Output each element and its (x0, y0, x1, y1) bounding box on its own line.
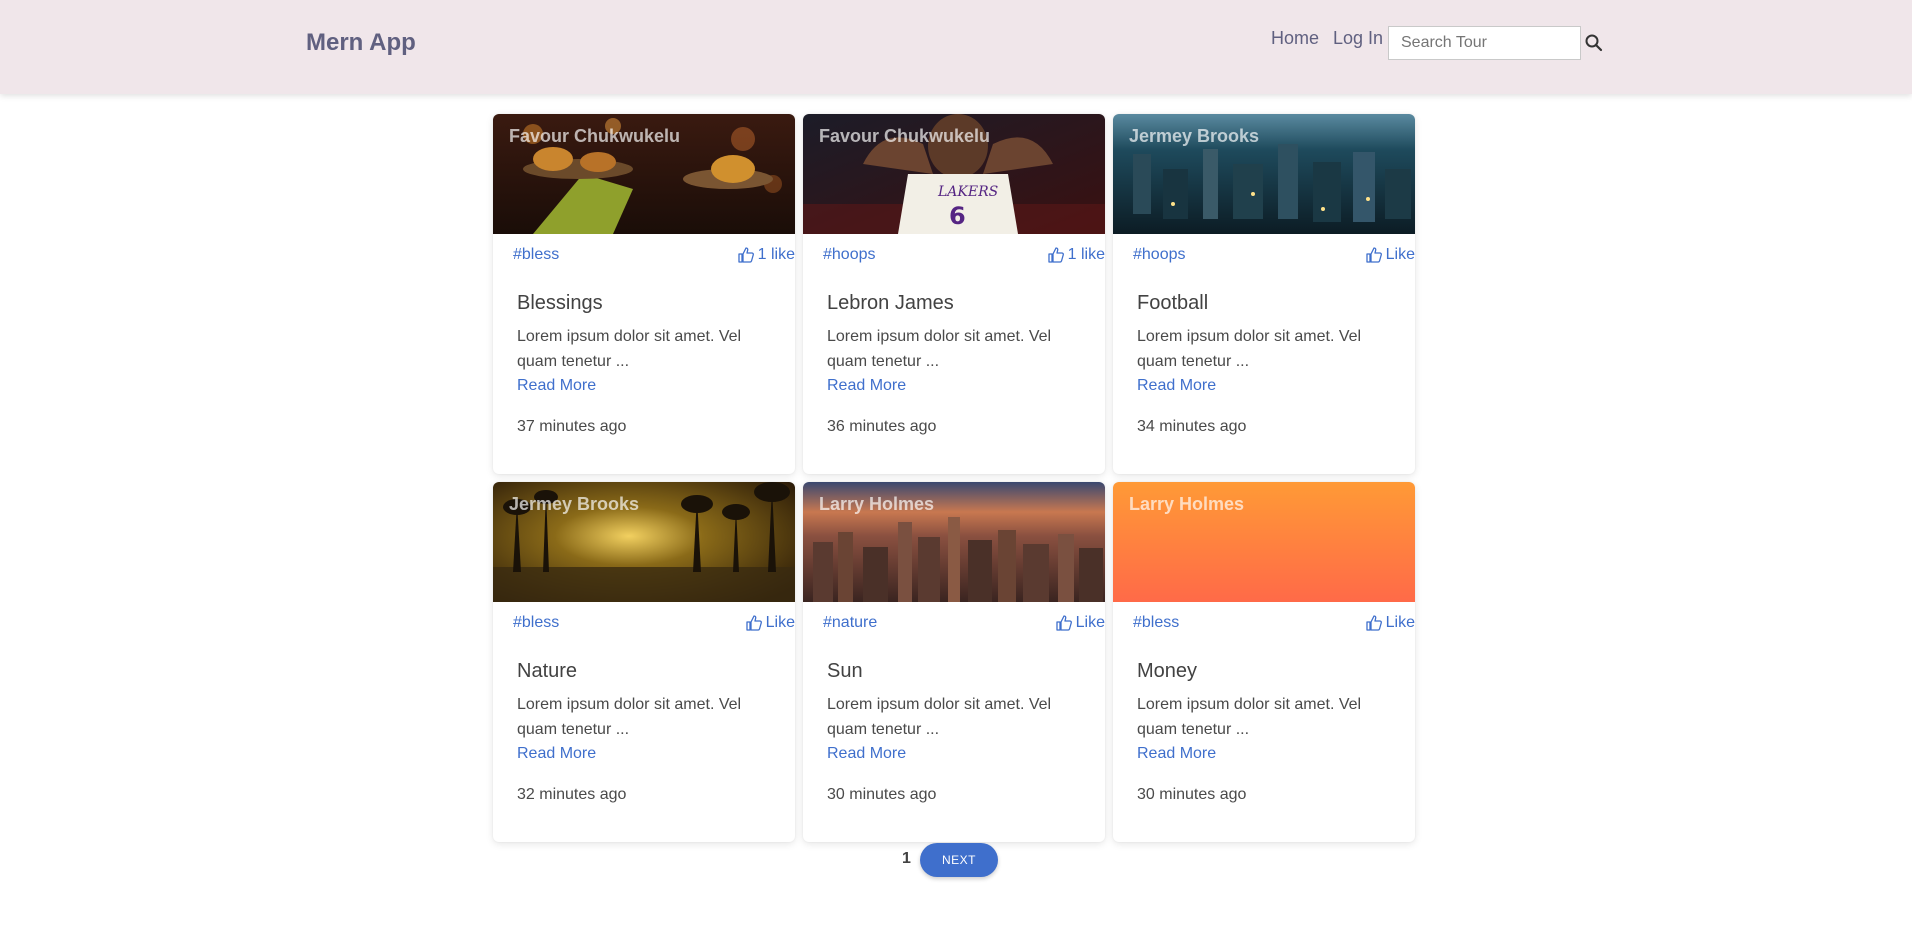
tour-author: Larry Holmes (819, 494, 935, 514)
tour-tag[interactable]: #bless (1133, 614, 1179, 632)
svg-text:6: 6 (949, 202, 966, 230)
tour-image[interactable]: Larry Holmes (803, 482, 1105, 602)
nav-home-link[interactable]: Home (1271, 28, 1319, 49)
tour-card[interactable]: LAKERS 6 Favour Chukwukelu #hoops 1 like… (803, 114, 1105, 474)
tour-description: Lorem ipsum dolor sit amet. Vel quam ten… (517, 328, 742, 370)
next-page-button[interactable]: NEXT (920, 843, 998, 877)
tour-author: Favour Chukwukelu (819, 126, 991, 146)
tour-description: Lorem ipsum dolor sit amet. Vel quam ten… (827, 328, 1052, 370)
thumbs-up-icon (1365, 247, 1382, 263)
like-label: 1 like (1067, 246, 1105, 263)
like-label: Like (1385, 614, 1415, 631)
navbar: Mern App Home Log In (0, 0, 1912, 94)
read-more-link[interactable]: Read More (827, 377, 906, 395)
tour-description: Lorem ipsum dolor sit amet. Vel quam ten… (1137, 696, 1362, 738)
tour-time: 30 minutes ago (1137, 786, 1247, 803)
tour-title: Football (1137, 292, 1209, 314)
tour-title: Money (1137, 660, 1198, 682)
tour-time: 34 minutes ago (1137, 418, 1247, 435)
like-button[interactable]: Like (745, 614, 795, 632)
thumbs-up-icon (1055, 615, 1072, 631)
tour-time: 30 minutes ago (827, 786, 937, 803)
tour-author: Larry Holmes (1129, 494, 1245, 514)
nav-login-link[interactable]: Log In (1333, 28, 1383, 49)
like-button[interactable]: Like (1365, 614, 1415, 632)
tour-card[interactable]: Larry Holmes #bless Like Money Lorem ips… (1113, 482, 1415, 842)
tour-image[interactable]: Favour Chukwukelu (493, 114, 795, 234)
tour-description: Lorem ipsum dolor sit amet. Vel quam ten… (1137, 328, 1362, 370)
read-more-link[interactable]: Read More (827, 745, 906, 763)
tour-author: Favour Chukwukelu (509, 126, 681, 146)
tour-time: 37 minutes ago (517, 418, 627, 435)
read-more-link[interactable]: Read More (1137, 745, 1216, 763)
like-button[interactable]: 1 like (1047, 246, 1105, 264)
tour-author: Jermey Brooks (509, 494, 640, 514)
like-label: Like (1385, 246, 1415, 263)
tour-author: Jermey Brooks (1129, 126, 1260, 146)
tour-card[interactable]: Favour Chukwukelu #bless 1 like Blessing… (493, 114, 795, 474)
tour-title: Blessings (517, 292, 603, 314)
tour-tag[interactable]: #bless (513, 246, 559, 264)
tour-card[interactable]: Larry Holmes #nature Like Sun Lorem ipsu… (803, 482, 1105, 842)
tour-title: Sun (827, 660, 863, 682)
read-more-link[interactable]: Read More (517, 377, 596, 395)
thumbs-up-icon (1365, 615, 1382, 631)
search-icon[interactable] (1584, 33, 1604, 53)
tour-time: 32 minutes ago (517, 786, 627, 803)
tour-description: Lorem ipsum dolor sit amet. Vel quam ten… (827, 696, 1052, 738)
like-button[interactable]: Like (1365, 246, 1415, 264)
like-label: Like (1075, 614, 1105, 631)
read-more-link[interactable]: Read More (1137, 377, 1216, 395)
tour-tag[interactable]: #hoops (823, 246, 876, 264)
search-input[interactable] (1388, 26, 1581, 60)
tour-time: 36 minutes ago (827, 418, 937, 435)
svg-text:LAKERS: LAKERS (937, 184, 998, 200)
thumbs-up-icon (737, 247, 754, 263)
tour-image[interactable]: Jermey Brooks (493, 482, 795, 602)
like-button[interactable]: Like (1055, 614, 1105, 632)
tour-tag[interactable]: #hoops (1133, 246, 1186, 264)
tour-title: Nature (517, 660, 578, 682)
tour-image[interactable]: Jermey Brooks (1113, 114, 1415, 234)
tour-tag[interactable]: #bless (513, 614, 559, 632)
brand-logo[interactable]: Mern App (306, 29, 416, 57)
read-more-link[interactable]: Read More (517, 745, 596, 763)
tour-card[interactable]: Jermey Brooks #bless Like Nature Lorem i… (493, 482, 795, 842)
like-button[interactable]: 1 like (737, 246, 795, 264)
tour-card[interactable]: Jermey Brooks #hoops Like Football Lorem… (1113, 114, 1415, 474)
current-page-number: 1 (902, 850, 911, 867)
tour-image[interactable]: Larry Holmes (1113, 482, 1415, 602)
tour-image[interactable]: LAKERS 6 Favour Chukwukelu (803, 114, 1105, 234)
tour-tag[interactable]: #nature (823, 614, 877, 632)
tour-title: Lebron James (827, 292, 954, 314)
tour-description: Lorem ipsum dolor sit amet. Vel quam ten… (517, 696, 742, 738)
thumbs-up-icon (1047, 247, 1064, 263)
thumbs-up-icon (745, 615, 762, 631)
like-label: 1 like (757, 246, 795, 263)
like-label: Like (765, 614, 795, 631)
